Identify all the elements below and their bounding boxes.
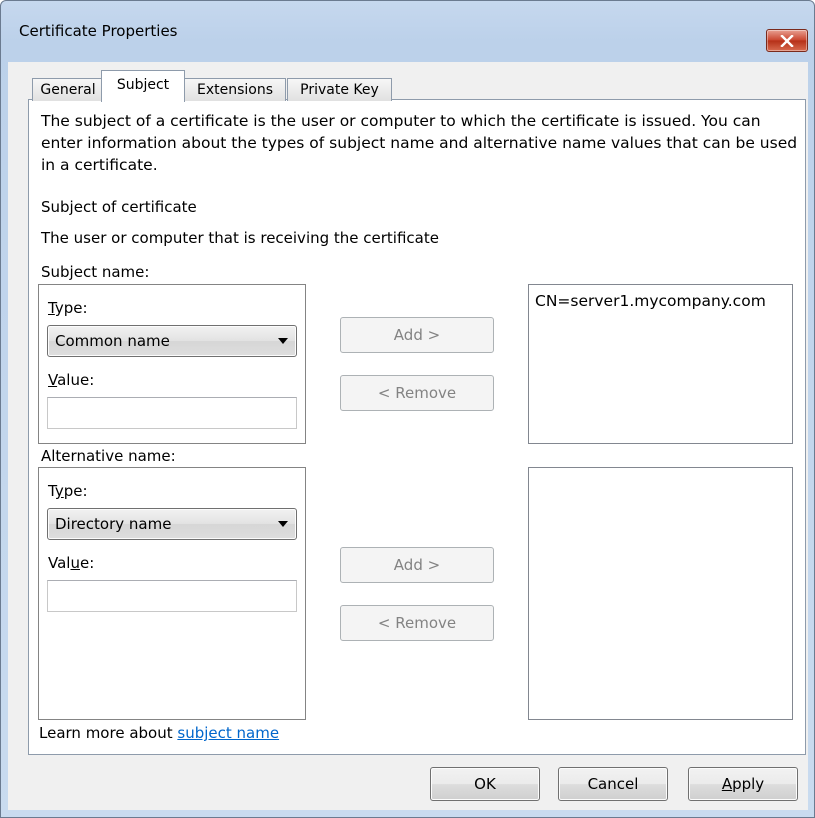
alternative-value-input[interactable] [47, 580, 297, 612]
alternative-type-dropdown[interactable]: Directory name [47, 508, 297, 540]
alternative-remove-button[interactable]: < Remove [340, 605, 494, 641]
subject-value-label: Value: [48, 371, 95, 389]
subject-add-button[interactable]: Add > [340, 317, 494, 353]
subject-name-group: Type: Common name Value: [38, 284, 306, 444]
learn-more-text: Learn more about subject name [39, 724, 279, 742]
cancel-button[interactable]: Cancel [558, 767, 668, 801]
alternative-name-label: Alternative name: [41, 447, 176, 465]
close-icon [780, 34, 794, 47]
tab-general[interactable]: General [32, 78, 104, 101]
subject-type-label: Type: [48, 299, 88, 317]
chevron-down-icon [278, 338, 288, 344]
title-bar[interactable]: Certificate Properties [1, 1, 814, 52]
tab-extensions[interactable]: Extensions [184, 78, 286, 101]
subject-name-label: Subject name: [41, 263, 150, 281]
chevron-down-icon [278, 521, 288, 527]
alternative-type-value: Directory name [55, 515, 172, 533]
tab-private-key[interactable]: Private Key [287, 78, 392, 101]
window-title: Certificate Properties [19, 22, 178, 40]
ok-button[interactable]: OK [430, 767, 540, 801]
subject-value-input[interactable] [47, 397, 297, 429]
tab-subject[interactable]: Subject [101, 70, 185, 102]
description-text: The subject of a certificate is the user… [41, 112, 798, 174]
alternative-value-label: Value: [48, 554, 95, 572]
list-item[interactable]: CN=server1.mycompany.com [535, 292, 766, 310]
learn-more-prefix: Learn more about [39, 724, 178, 742]
close-button[interactable] [766, 29, 808, 52]
subject-subheading: The user or computer that is receiving t… [41, 229, 439, 247]
apply-button[interactable]: Apply [688, 767, 798, 801]
subject-entries-list[interactable]: CN=server1.mycompany.com [528, 284, 793, 444]
alternative-name-group: Type: Directory name Value: [38, 467, 306, 720]
subject-heading: Subject of certificate [41, 198, 197, 216]
subject-remove-button[interactable]: < Remove [340, 375, 494, 411]
subject-type-value: Common name [55, 332, 170, 350]
alternative-type-label: Type: [48, 482, 88, 500]
subject-name-link[interactable]: subject name [177, 724, 279, 742]
subject-type-dropdown[interactable]: Common name [47, 325, 297, 357]
alternative-entries-list[interactable] [528, 467, 793, 720]
alternative-add-button[interactable]: Add > [340, 547, 494, 583]
